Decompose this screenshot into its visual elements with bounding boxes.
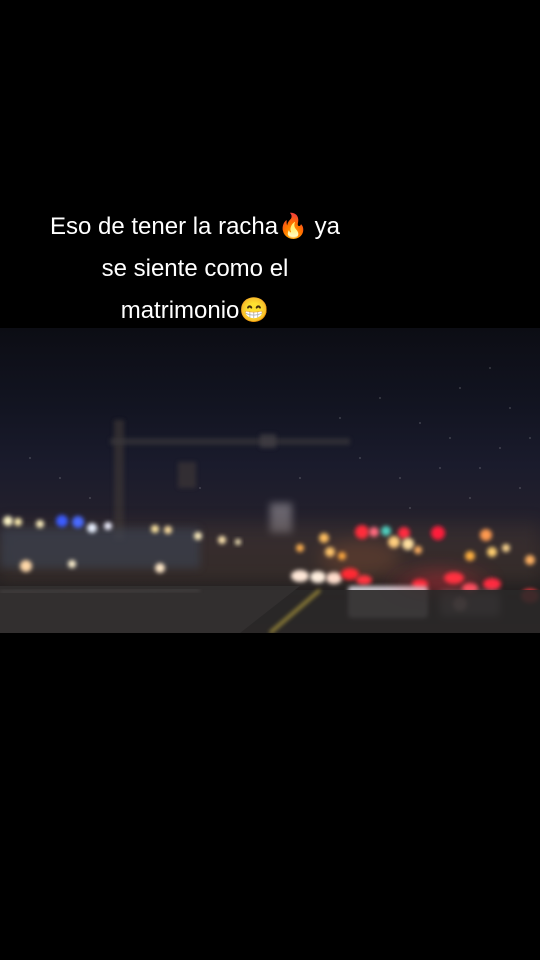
caption-line-2: se siente como el	[101, 255, 289, 282]
caption-line-1: Eso de tener la racha🔥 ya	[49, 213, 341, 240]
night-street-scene	[0, 367, 540, 633]
night-street-photo	[0, 328, 540, 633]
caption-text: Eso de tener la racha🔥 ya se siente como…	[0, 206, 390, 332]
caption-line-3: matrimonio😁	[120, 297, 270, 324]
video-frame: Eso de tener la racha🔥 ya se siente como…	[0, 0, 540, 960]
